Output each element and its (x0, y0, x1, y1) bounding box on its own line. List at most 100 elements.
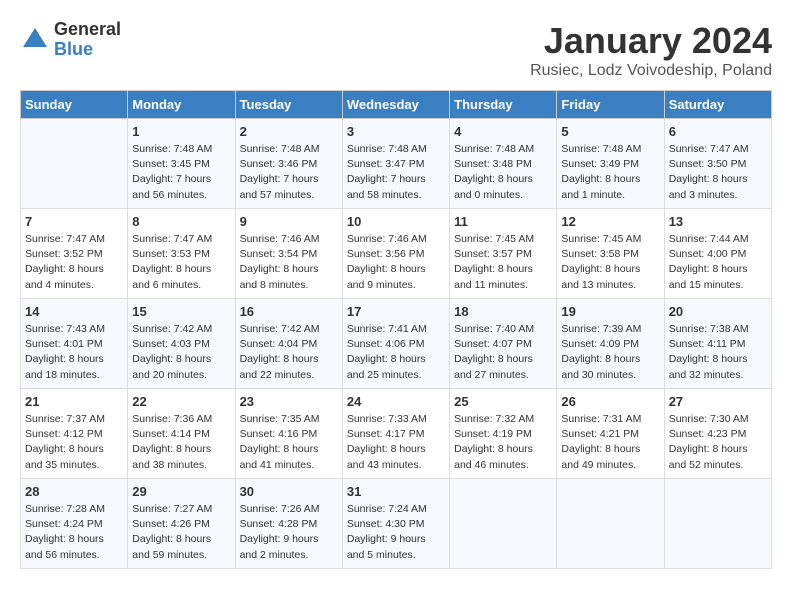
calendar-week-row: 7 Sunrise: 7:47 AMSunset: 3:52 PMDaylight… (21, 209, 772, 299)
day-number: 15 (132, 304, 230, 319)
day-info: Sunrise: 7:48 AMSunset: 3:46 PMDaylight:… (240, 142, 338, 203)
calendar-day-cell: 3 Sunrise: 7:48 AMSunset: 3:47 PMDaylight… (342, 119, 449, 209)
day-number: 4 (454, 124, 552, 139)
day-info: Sunrise: 7:30 AMSunset: 4:23 PMDaylight:… (669, 412, 767, 473)
day-info: Sunrise: 7:47 AMSunset: 3:50 PMDaylight:… (669, 142, 767, 203)
calendar-week-row: 21Sunrise: 7:37 AMSunset: 4:12 PMDayligh… (21, 389, 772, 479)
calendar-day-cell (450, 479, 557, 569)
day-info: Sunrise: 7:32 AMSunset: 4:19 PMDaylight:… (454, 412, 552, 473)
day-number: 13 (669, 214, 767, 229)
day-number: 9 (240, 214, 338, 229)
day-info: Sunrise: 7:47 AMSunset: 3:52 PMDaylight:… (25, 232, 123, 293)
day-number: 1 (132, 124, 230, 139)
calendar-day-cell: 11 Sunrise: 7:45 AMSunset: 3:57 PMDayligh… (450, 209, 557, 299)
day-number: 30 (240, 484, 338, 499)
calendar-day-cell: 1 Sunrise: 7:48 AMSunset: 3:45 PMDaylight… (128, 119, 235, 209)
calendar-day-cell: 20 Sunrise: 7:38 AMSunset: 4:11 PMDayligh… (664, 299, 771, 389)
title-block: January 2024 Rusiec, Lodz Voivodeship, P… (530, 20, 772, 80)
logo-icon (20, 25, 50, 55)
day-info: Sunrise: 7:41 AMSunset: 4:06 PMDaylight:… (347, 322, 445, 383)
calendar-table: SundayMondayTuesdayWednesdayThursdayFrid… (20, 90, 772, 569)
day-info: Sunrise: 7:36 AMSunset: 4:14 PMDaylight:… (132, 412, 230, 473)
day-info: Sunrise: 7:39 AMSunset: 4:09 PMDaylight:… (561, 322, 659, 383)
day-info: Sunrise: 7:27 AMSunset: 4:26 PMDaylight:… (132, 502, 230, 563)
page-header: General Blue January 2024 Rusiec, Lodz V… (20, 20, 772, 80)
day-info: Sunrise: 7:40 AMSunset: 4:07 PMDaylight:… (454, 322, 552, 383)
day-number: 17 (347, 304, 445, 319)
day-number: 5 (561, 124, 659, 139)
calendar-day-cell: 7 Sunrise: 7:47 AMSunset: 3:52 PMDaylight… (21, 209, 128, 299)
calendar-day-cell: 25Sunrise: 7:32 AMSunset: 4:19 PMDayligh… (450, 389, 557, 479)
day-number: 16 (240, 304, 338, 319)
day-number: 27 (669, 394, 767, 409)
calendar-day-cell: 22 Sunrise: 7:36 AMSunset: 4:14 PMDayligh… (128, 389, 235, 479)
day-number: 10 (347, 214, 445, 229)
weekday-header: Thursday (450, 91, 557, 119)
calendar-week-row: 1 Sunrise: 7:48 AMSunset: 3:45 PMDaylight… (21, 119, 772, 209)
day-number: 22 (132, 394, 230, 409)
calendar-week-row: 14 Sunrise: 7:43 AMSunset: 4:01 PMDayligh… (21, 299, 772, 389)
day-number: 11 (454, 214, 552, 229)
logo-blue: Blue (54, 40, 121, 60)
day-info: Sunrise: 7:45 AMSunset: 3:57 PMDaylight:… (454, 232, 552, 293)
calendar-day-cell: 13 Sunrise: 7:44 AMSunset: 4:00 PMDayligh… (664, 209, 771, 299)
calendar-subtitle: Rusiec, Lodz Voivodeship, Poland (530, 62, 772, 80)
day-number: 26 (561, 394, 659, 409)
calendar-day-cell: 30Sunrise: 7:26 AMSunset: 4:28 PMDayligh… (235, 479, 342, 569)
logo-general: General (54, 20, 121, 40)
day-info: Sunrise: 7:48 AMSunset: 3:48 PMDaylight:… (454, 142, 552, 203)
logo-text: General Blue (54, 20, 121, 60)
day-number: 12 (561, 214, 659, 229)
day-number: 29 (132, 484, 230, 499)
calendar-day-cell (21, 119, 128, 209)
calendar-day-cell: 23Sunrise: 7:35 AMSunset: 4:16 PMDayligh… (235, 389, 342, 479)
day-info: Sunrise: 7:38 AMSunset: 4:11 PMDaylight:… (669, 322, 767, 383)
calendar-day-cell: 27 Sunrise: 7:30 AMSunset: 4:23 PMDayligh… (664, 389, 771, 479)
calendar-day-cell: 19Sunrise: 7:39 AMSunset: 4:09 PMDayligh… (557, 299, 664, 389)
calendar-day-cell: 29 Sunrise: 7:27 AMSunset: 4:26 PMDayligh… (128, 479, 235, 569)
calendar-day-cell: 21Sunrise: 7:37 AMSunset: 4:12 PMDayligh… (21, 389, 128, 479)
calendar-day-cell: 17 Sunrise: 7:41 AMSunset: 4:06 PMDayligh… (342, 299, 449, 389)
day-info: Sunrise: 7:44 AMSunset: 4:00 PMDaylight:… (669, 232, 767, 293)
day-number: 31 (347, 484, 445, 499)
day-info: Sunrise: 7:43 AMSunset: 4:01 PMDaylight:… (25, 322, 123, 383)
day-info: Sunrise: 7:35 AMSunset: 4:16 PMDaylight:… (240, 412, 338, 473)
calendar-day-cell: 8 Sunrise: 7:47 AMSunset: 3:53 PMDaylight… (128, 209, 235, 299)
calendar-day-cell: 24Sunrise: 7:33 AMSunset: 4:17 PMDayligh… (342, 389, 449, 479)
calendar-day-cell: 14 Sunrise: 7:43 AMSunset: 4:01 PMDayligh… (21, 299, 128, 389)
day-number: 3 (347, 124, 445, 139)
calendar-week-row: 28Sunrise: 7:28 AMSunset: 4:24 PMDayligh… (21, 479, 772, 569)
calendar-day-cell: 28Sunrise: 7:28 AMSunset: 4:24 PMDayligh… (21, 479, 128, 569)
calendar-day-cell: 26Sunrise: 7:31 AMSunset: 4:21 PMDayligh… (557, 389, 664, 479)
day-number: 18 (454, 304, 552, 319)
day-info: Sunrise: 7:42 AMSunset: 4:03 PMDaylight:… (132, 322, 230, 383)
calendar-day-cell: 10 Sunrise: 7:46 AMSunset: 3:56 PMDayligh… (342, 209, 449, 299)
weekday-header: Saturday (664, 91, 771, 119)
day-number: 20 (669, 304, 767, 319)
logo: General Blue (20, 20, 121, 60)
weekday-header: Wednesday (342, 91, 449, 119)
day-number: 21 (25, 394, 123, 409)
day-number: 7 (25, 214, 123, 229)
day-info: Sunrise: 7:28 AMSunset: 4:24 PMDaylight:… (25, 502, 123, 563)
day-info: Sunrise: 7:45 AMSunset: 3:58 PMDaylight:… (561, 232, 659, 293)
day-info: Sunrise: 7:47 AMSunset: 3:53 PMDaylight:… (132, 232, 230, 293)
day-info: Sunrise: 7:48 AMSunset: 3:45 PMDaylight:… (132, 142, 230, 203)
day-info: Sunrise: 7:24 AMSunset: 4:30 PMDaylight:… (347, 502, 445, 563)
calendar-day-cell: 18 Sunrise: 7:40 AMSunset: 4:07 PMDayligh… (450, 299, 557, 389)
calendar-day-cell: 6 Sunrise: 7:47 AMSunset: 3:50 PMDaylight… (664, 119, 771, 209)
day-number: 8 (132, 214, 230, 229)
calendar-day-cell: 5Sunrise: 7:48 AMSunset: 3:49 PMDaylight… (557, 119, 664, 209)
day-number: 6 (669, 124, 767, 139)
day-number: 14 (25, 304, 123, 319)
day-info: Sunrise: 7:48 AMSunset: 3:47 PMDaylight:… (347, 142, 445, 203)
calendar-day-cell (557, 479, 664, 569)
calendar-title: January 2024 (530, 20, 772, 62)
weekday-header: Sunday (21, 91, 128, 119)
calendar-day-cell: 2Sunrise: 7:48 AMSunset: 3:46 PMDaylight… (235, 119, 342, 209)
calendar-day-cell: 31 Sunrise: 7:24 AMSunset: 4:30 PMDayligh… (342, 479, 449, 569)
day-info: Sunrise: 7:46 AMSunset: 3:56 PMDaylight:… (347, 232, 445, 293)
weekday-header: Tuesday (235, 91, 342, 119)
calendar-day-cell: 15 Sunrise: 7:42 AMSunset: 4:03 PMDayligh… (128, 299, 235, 389)
calendar-day-cell: 12 Sunrise: 7:45 AMSunset: 3:58 PMDayligh… (557, 209, 664, 299)
